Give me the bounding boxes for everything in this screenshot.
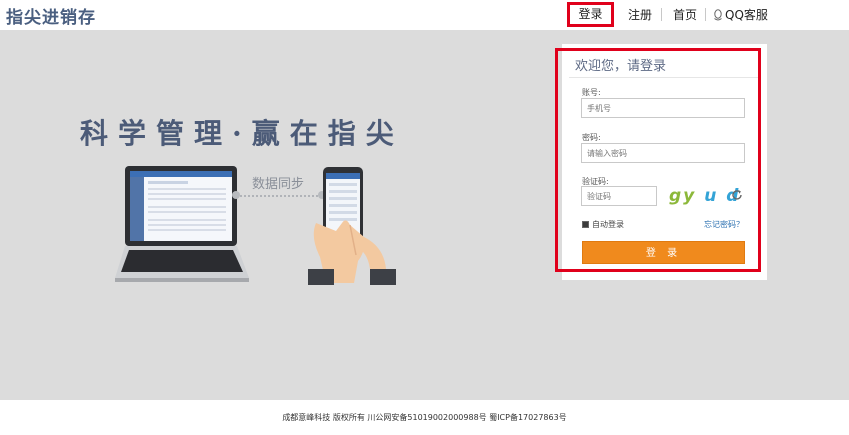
sync-label: 数据同步 [252, 177, 305, 192]
nav-qq-service-link[interactable]: QQ客服 [713, 6, 768, 23]
password-input[interactable] [581, 143, 745, 163]
captcha-char: y [683, 186, 697, 206]
captcha-image[interactable]: gy u d [669, 186, 740, 206]
phone-in-hand-illustration [308, 167, 396, 285]
nav-home-link[interactable]: 首页 [673, 6, 697, 23]
footer-copyright: 成都意峰科技 版权所有 川公网安备51019002000988号 蜀ICP备17… [282, 413, 567, 422]
forgot-password-link[interactable]: 忘记密码？ [704, 219, 744, 230]
laptop-illustration [115, 166, 249, 282]
auto-login-checkbox[interactable]: 自动登录 [582, 219, 624, 230]
account-label: 账号: [582, 88, 601, 97]
nav-divider [661, 8, 662, 21]
captcha-char: u [704, 186, 719, 206]
qq-service-label: QQ客服 [725, 8, 768, 22]
captcha-char: g [669, 186, 684, 206]
nav-divider [705, 8, 706, 21]
login-submit-button[interactable]: 登 录 [582, 241, 745, 264]
nav-login-link[interactable]: 登录 [567, 2, 614, 27]
auto-login-label: 自动登录 [592, 220, 624, 229]
checkbox-checked-icon [582, 221, 589, 228]
account-input[interactable] [581, 98, 745, 118]
qq-penguin-icon [714, 9, 722, 21]
app-logo[interactable]: 指尖进销存 [6, 3, 96, 28]
nav-register-link[interactable]: 注册 [628, 6, 652, 23]
footer: 成都意峰科技 版权所有 川公网安备51019002000988号 蜀ICP备17… [0, 400, 849, 431]
refresh-captcha-icon[interactable] [731, 189, 743, 201]
sync-dot [232, 191, 240, 199]
password-label: 密码: [582, 133, 601, 142]
captcha-input[interactable] [581, 186, 657, 206]
hero-slogan: 科学管理·赢在指尖 [80, 117, 404, 150]
top-bar: 指尖进销存 登录 注册 首页 QQ客服 [0, 0, 849, 30]
